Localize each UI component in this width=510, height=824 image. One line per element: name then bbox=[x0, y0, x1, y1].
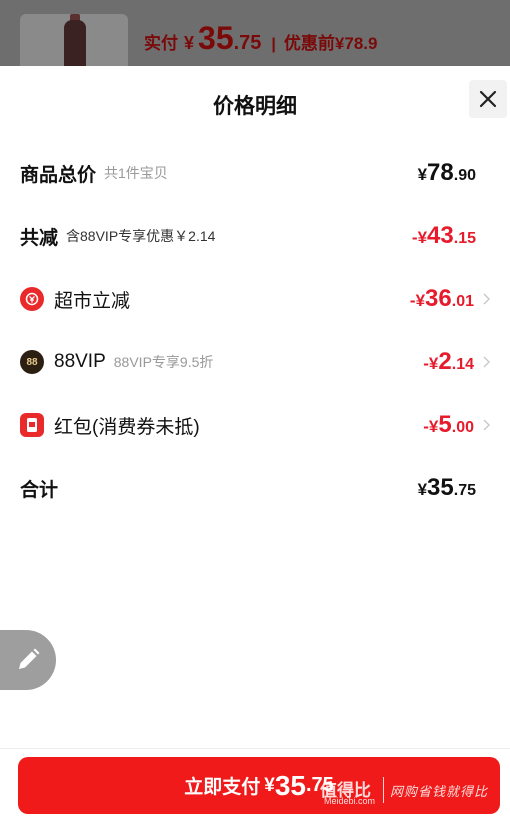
vip-note: 88VIP专享9.5折 bbox=[113, 354, 214, 370]
chevron-right-icon bbox=[476, 417, 490, 433]
original-price: ¥78.9 bbox=[334, 34, 378, 53]
row-supermarket-discount[interactable]: 超市立减 -¥ 36 .01 bbox=[20, 279, 490, 319]
supermarket-amount: -¥ 36 .01 bbox=[410, 285, 474, 313]
pay-yen: ¥ bbox=[264, 774, 275, 796]
total-dec: .75 bbox=[453, 482, 476, 499]
close-icon bbox=[479, 90, 497, 108]
subtotal-dec: .90 bbox=[453, 167, 476, 184]
bottom-divider bbox=[0, 748, 510, 749]
subtotal-count: 共1件宝贝 bbox=[104, 165, 168, 181]
price-separator: | bbox=[271, 36, 276, 53]
red-packet-label: 红包(消费券未抵) bbox=[54, 416, 200, 438]
watermark-divider bbox=[383, 777, 384, 803]
red-packet-amount: -¥ 5 .00 bbox=[423, 411, 474, 439]
discount-total-note: 含88VIP专享优惠￥2.14 bbox=[66, 228, 216, 244]
subtotal-int: 78 bbox=[427, 159, 454, 186]
watermark: 值得比 Meidebi.com 网购省钱就得比 bbox=[320, 770, 505, 810]
chevron-right-icon bbox=[476, 291, 490, 307]
red-packet-icon bbox=[20, 413, 44, 437]
pencil-icon bbox=[19, 648, 40, 669]
paid-currency: ¥ bbox=[184, 33, 195, 53]
discount-total-amount: -¥ 43 .15 bbox=[412, 222, 476, 250]
vip-badge-icon: 88 bbox=[20, 350, 44, 374]
backdrop-price: 实付 ¥ 35 .75 | 优惠前 ¥78.9 bbox=[144, 20, 377, 60]
red-packet-int: 5 bbox=[438, 411, 452, 438]
discount-total-dec: .15 bbox=[453, 230, 476, 247]
watermark-slogan: 网购省钱就得比 bbox=[390, 783, 489, 799]
price-detail-sheet: 价格明细 商品总价 共1件宝贝 ¥ 78 .90 共减 含88VIP专享优惠￥2… bbox=[0, 66, 510, 824]
subtotal-label: 商品总价 bbox=[20, 164, 97, 186]
discount-total-int: 43 bbox=[427, 222, 454, 249]
total-yen: ¥ bbox=[417, 480, 428, 499]
sheet-title: 价格明细 bbox=[213, 95, 297, 118]
total-label: 合计 bbox=[20, 479, 59, 501]
red-packet-yen: -¥ bbox=[423, 417, 439, 436]
vip-amount: -¥ 2 .14 bbox=[423, 348, 474, 376]
paid-price-dec: .75 bbox=[233, 32, 262, 54]
vip-int: 2 bbox=[438, 348, 452, 375]
chevron-right-icon bbox=[476, 354, 490, 370]
subtotal-yen: ¥ bbox=[417, 165, 428, 184]
close-button[interactable] bbox=[469, 80, 507, 118]
supermarket-label: 超市立减 bbox=[54, 290, 131, 312]
subtotal-amount: ¥ 78 .90 bbox=[418, 159, 476, 187]
supermarket-int: 36 bbox=[425, 285, 452, 312]
bottle-shape bbox=[64, 20, 86, 66]
vip-yen: -¥ bbox=[423, 354, 439, 373]
supermarket-dec: .01 bbox=[451, 293, 474, 310]
paid-label: 实付 bbox=[144, 34, 178, 53]
vip-dec: .14 bbox=[451, 356, 474, 373]
watermark-site: Meidebi.com bbox=[324, 796, 376, 806]
row-total: 合计 ¥ 35 .75 bbox=[20, 468, 490, 508]
total-amount: ¥ 35 .75 bbox=[418, 474, 476, 502]
discount-total-label: 共减 bbox=[20, 227, 59, 249]
row-88vip-discount[interactable]: 88 88VIP 88VIP专享9.5折 -¥ 2 .14 bbox=[20, 342, 490, 382]
vip-label: 88VIP bbox=[54, 351, 106, 372]
row-red-packet[interactable]: 红包(消费券未抵) -¥ 5 .00 bbox=[20, 405, 490, 445]
supermarket-icon bbox=[20, 287, 44, 311]
red-packet-dec: .00 bbox=[451, 419, 474, 436]
row-discount-total: 共减 含88VIP专享优惠￥2.14 -¥ 43 .15 bbox=[20, 216, 490, 256]
original-label: 优惠前 bbox=[283, 34, 335, 53]
supermarket-yen: -¥ bbox=[409, 291, 426, 310]
paid-price-int: 35 bbox=[198, 20, 234, 56]
discount-total-yen: -¥ bbox=[411, 228, 428, 247]
pay-label: 立即支付 bbox=[184, 777, 261, 798]
pay-int: 35 bbox=[274, 769, 306, 801]
product-thumbnail bbox=[20, 14, 128, 66]
row-subtotal: 商品总价 共1件宝贝 ¥ 78 .90 bbox=[20, 153, 490, 193]
total-int: 35 bbox=[427, 474, 454, 501]
backdrop-product-strip: 实付 ¥ 35 .75 | 优惠前 ¥78.9 bbox=[0, 0, 510, 66]
